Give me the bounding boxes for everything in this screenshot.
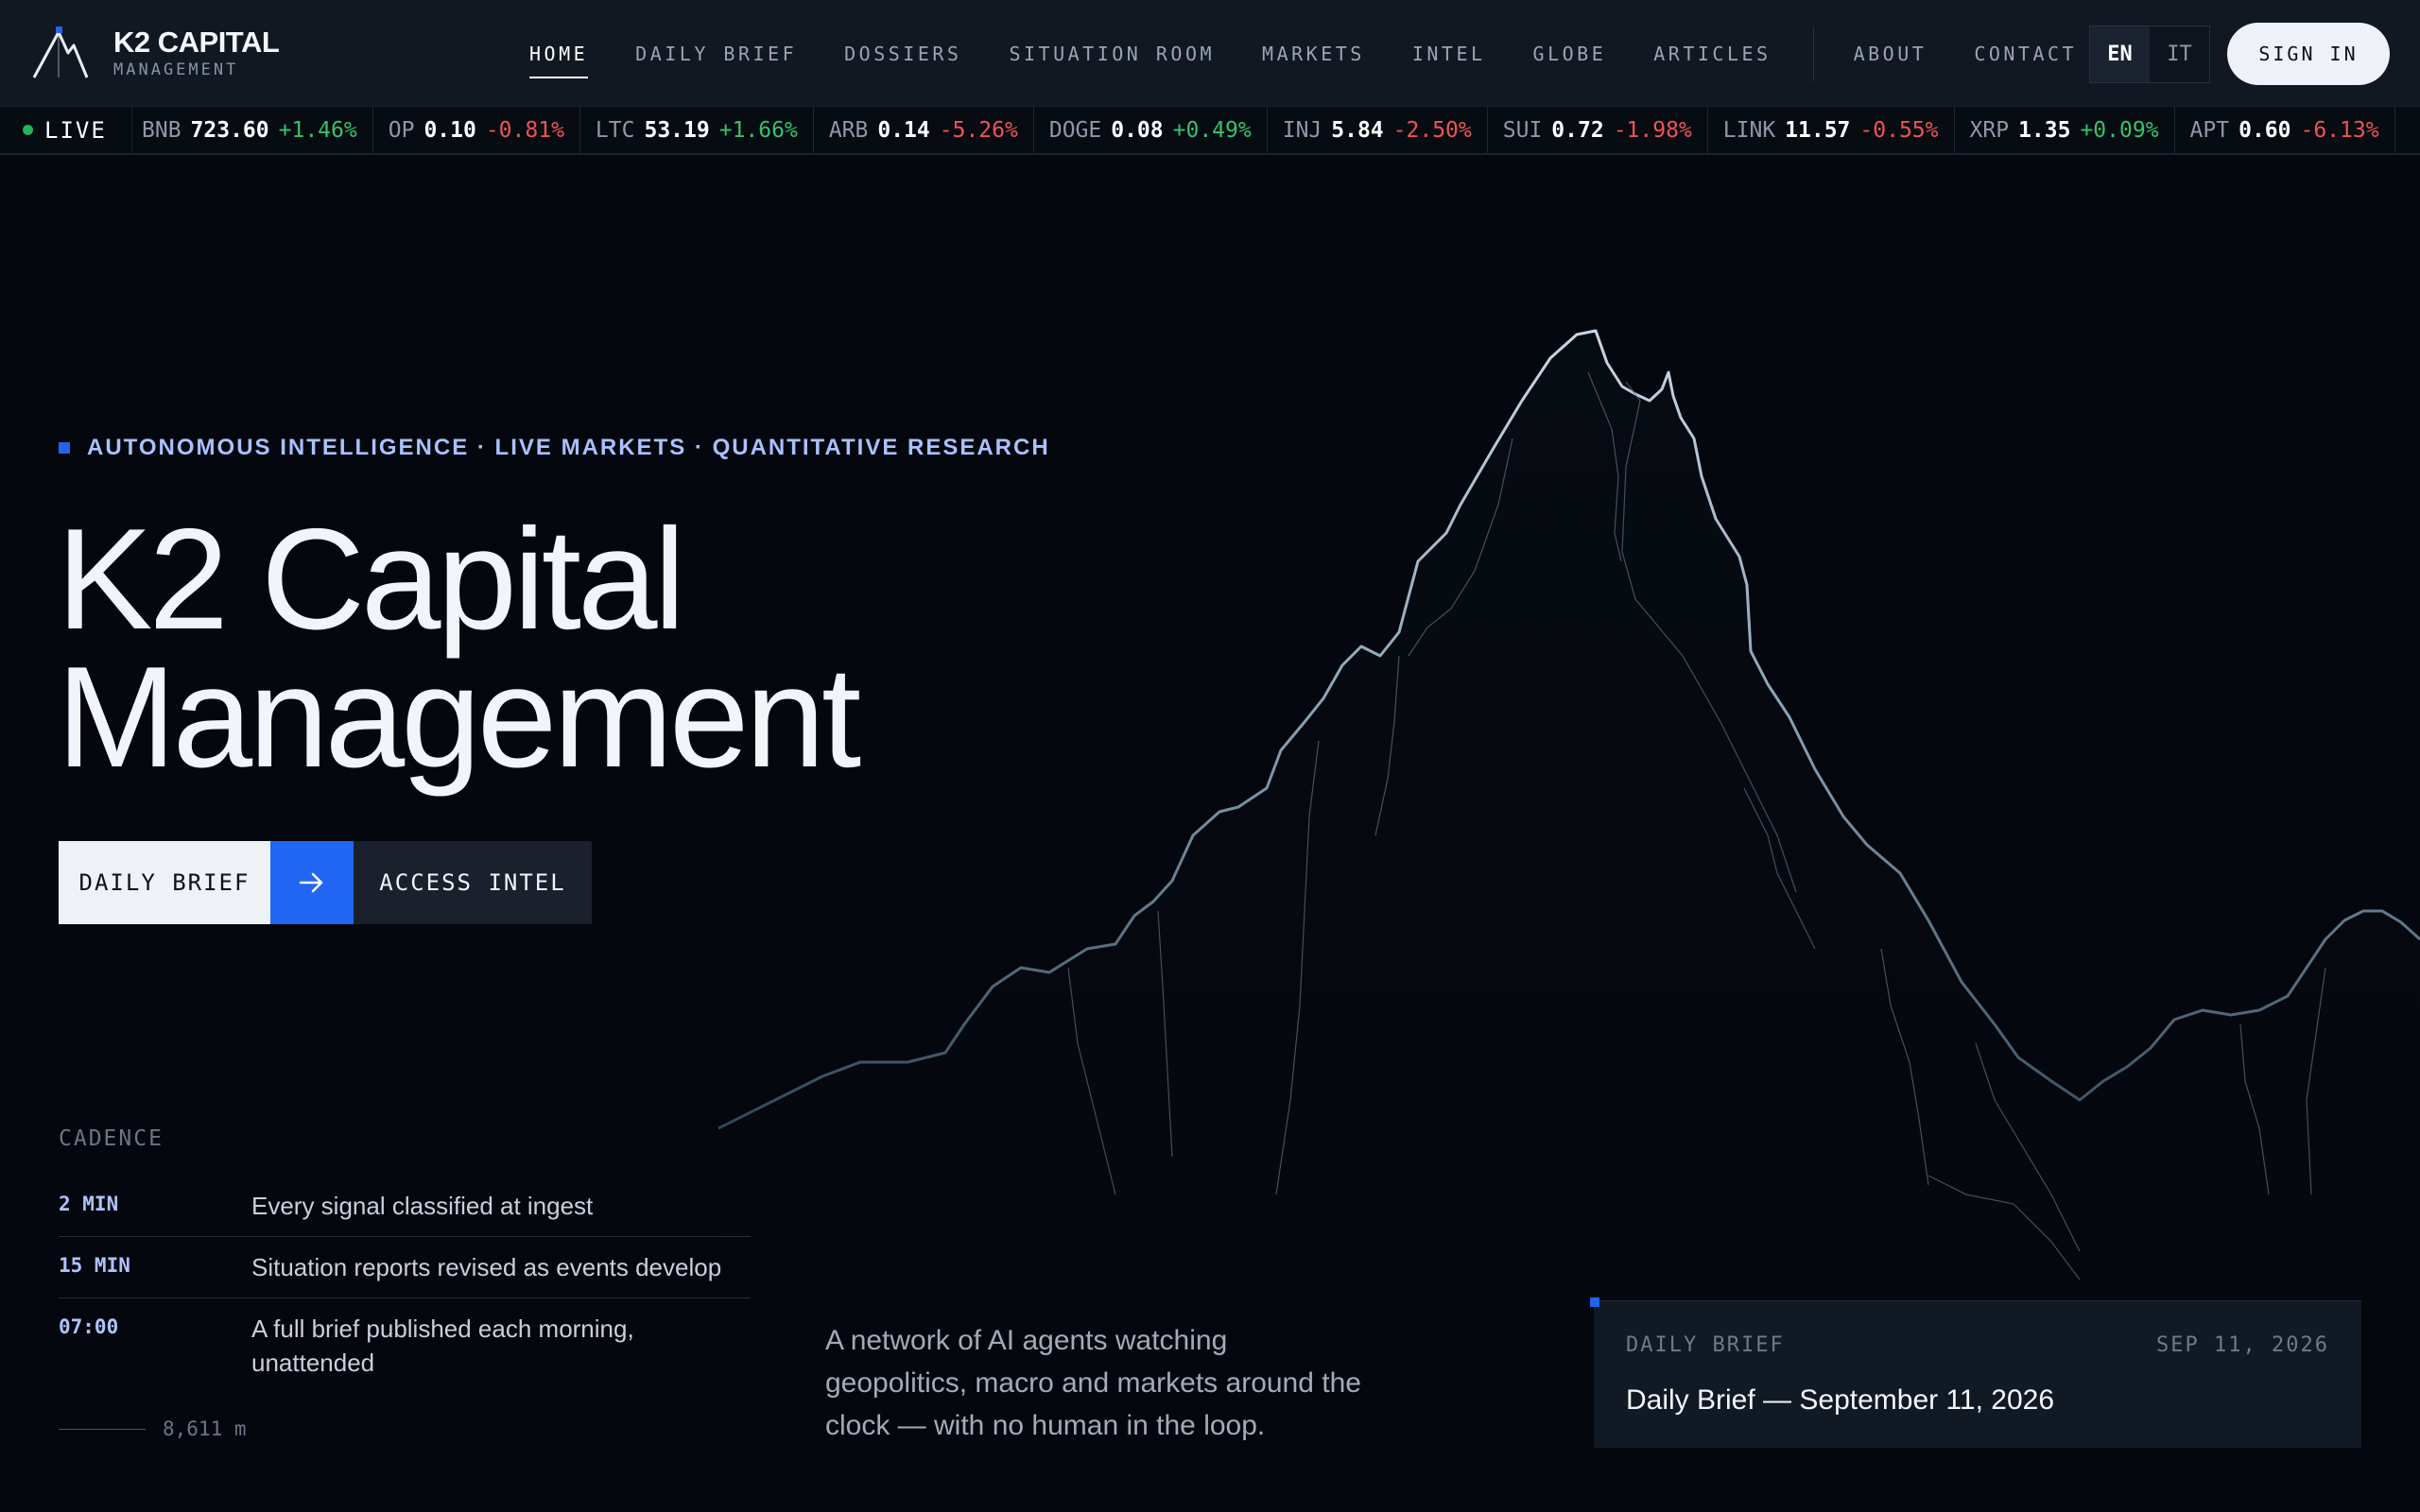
k2-peak-logo-icon bbox=[32, 26, 89, 78]
ticker-item[interactable]: ARB 0.14 -5.26% bbox=[814, 107, 1034, 153]
daily-brief-card[interactable]: DAILY BRIEF SEP 11, 2026 Daily Brief — S… bbox=[1590, 1297, 2361, 1448]
ticker-change: -0.55% bbox=[1859, 117, 1939, 143]
nav-dossiers[interactable]: DOSSIERS bbox=[844, 43, 961, 65]
ticker-item[interactable]: INJ 5.84 -2.50% bbox=[1268, 107, 1488, 153]
hero-title-line-1: K2 Capital bbox=[57, 499, 685, 660]
ticker-price: 0.60 bbox=[2238, 117, 2291, 143]
ticker-price: 0.14 bbox=[877, 117, 930, 143]
hero-tagline: A network of AI agents watching geopolit… bbox=[825, 1325, 1361, 1441]
ticker-price: 723.60 bbox=[190, 117, 269, 143]
cadence-key: 15 MIN bbox=[59, 1254, 130, 1277]
sign-in-button[interactable]: SIGN IN bbox=[2227, 23, 2390, 85]
main-menu: HOME DAILY BRIEF DOSSIERS SITUATION ROOM… bbox=[529, 0, 2124, 107]
ticker-symbol: XRP bbox=[1969, 117, 2010, 143]
cadence-row: 07:00 A full brief published each mornin… bbox=[59, 1298, 751, 1393]
nav-situation-room[interactable]: SITUATION ROOM bbox=[1009, 43, 1215, 65]
nav-contact[interactable]: CONTACT bbox=[1974, 43, 2077, 65]
ticker-change: -0.81% bbox=[485, 117, 564, 143]
ticker-change: -2.50% bbox=[1392, 117, 1472, 143]
ticker-item[interactable]: LTC 53.19 +1.66% bbox=[580, 107, 814, 153]
accent-square-icon bbox=[59, 442, 70, 454]
brand-name: K2 CAPITAL bbox=[113, 26, 280, 59]
ticker-price: 53.19 bbox=[644, 117, 710, 143]
ticker-symbol: OP bbox=[388, 117, 415, 143]
nav-divider bbox=[1812, 26, 1814, 81]
cadence-key: 2 MIN bbox=[59, 1193, 119, 1215]
nav-markets[interactable]: MARKETS bbox=[1262, 43, 1365, 65]
page: K2 CAPITAL MANAGEMENT HOME DAILY BRIEF D… bbox=[0, 0, 2420, 1512]
ticker-change: +1.66% bbox=[718, 117, 798, 143]
ticker-symbol: SUI bbox=[1502, 117, 1543, 143]
live-label: LIVE bbox=[44, 116, 107, 144]
ticker-change: +0.09% bbox=[2080, 117, 2159, 143]
ticker-symbol: INJ bbox=[1282, 117, 1322, 143]
cadence-key: 07:00 bbox=[59, 1315, 119, 1338]
altitude-marker: 8,611 m bbox=[59, 1418, 247, 1440]
arrow-right-icon bbox=[299, 872, 323, 893]
ticker-item[interactable]: OP 0.10 -0.81% bbox=[373, 107, 580, 153]
lang-it[interactable]: IT bbox=[2150, 26, 2209, 82]
nav-daily-brief[interactable]: DAILY BRIEF bbox=[635, 43, 797, 65]
brief-card-kicker: DAILY BRIEF bbox=[1626, 1333, 1785, 1357]
ticker-item[interactable]: DOGE 0.08 +0.49% bbox=[1034, 107, 1268, 153]
nav-intel[interactable]: INTEL bbox=[1412, 43, 1486, 65]
cadence-value: A full brief published each morning, una… bbox=[251, 1314, 634, 1377]
cadence-row: 2 MIN Every signal classified at ingest bbox=[59, 1176, 751, 1237]
ticker-change: +1.46% bbox=[278, 117, 357, 143]
altitude-text: 8,611 m bbox=[163, 1418, 247, 1440]
eyebrow-text: AUTONOMOUS INTELLIGENCE · LIVE MARKETS ·… bbox=[87, 435, 1050, 460]
ticker-change: -1.98% bbox=[1613, 117, 1692, 143]
ticker-change: +0.49% bbox=[1172, 117, 1252, 143]
cadence-section: CADENCE 2 MIN Every signal classified at… bbox=[59, 1126, 751, 1393]
brand-subtitle: MANAGEMENT bbox=[113, 60, 239, 79]
hero-title: K2 Capital Management bbox=[57, 499, 861, 798]
ticker-change: -5.26% bbox=[939, 117, 1018, 143]
live-dot-icon bbox=[23, 125, 33, 135]
ticker-item[interactable]: LINK 11.57 -0.55% bbox=[1708, 107, 1955, 153]
ticker-price: 11.57 bbox=[1785, 117, 1851, 143]
ticker-price: 0.08 bbox=[1111, 117, 1164, 143]
brief-card-title: Daily Brief — September 11, 2026 bbox=[1626, 1384, 2055, 1416]
cadence-value: Situation reports revised as events deve… bbox=[251, 1253, 722, 1281]
accent-corner-icon bbox=[1590, 1297, 1599, 1307]
ticker-symbol: BNB bbox=[142, 117, 182, 143]
daily-brief-button[interactable]: DAILY BRIEF bbox=[59, 841, 270, 924]
ticker-symbol: DOGE bbox=[1048, 117, 1102, 143]
ticker-price: 1.35 bbox=[2018, 117, 2071, 143]
ticker-item[interactable]: BNB 723.60 +1.46% bbox=[127, 107, 373, 153]
ticker-change: -6.13% bbox=[2300, 117, 2379, 143]
ticker-item[interactable]: SUI 0.72 -1.98% bbox=[1488, 107, 1708, 153]
top-nav: K2 CAPITAL MANAGEMENT HOME DAILY BRIEF D… bbox=[0, 0, 2420, 107]
nav-articles[interactable]: ARTICLES bbox=[1653, 43, 1771, 65]
altitude-line bbox=[59, 1428, 146, 1430]
market-ticker: LIVE BNB 723.60 +1.46% OP 0.10 -0.81% LTC 53.19… bbox=[0, 107, 2420, 155]
nav-about[interactable]: ABOUT bbox=[1854, 43, 1927, 65]
hero-cta-group: DAILY BRIEF ACCESS INTEL bbox=[59, 841, 592, 924]
hero-title-line-2: Management bbox=[57, 637, 861, 798]
hero-eyebrow: AUTONOMOUS INTELLIGENCE · LIVE MARKETS ·… bbox=[59, 435, 1050, 461]
brief-card-date: SEP 11, 2026 bbox=[2156, 1333, 2329, 1357]
lang-en[interactable]: EN bbox=[2090, 26, 2150, 82]
live-indicator: LIVE bbox=[0, 107, 132, 153]
daily-brief-arrow-button[interactable] bbox=[270, 841, 354, 924]
ticker-symbol: APT bbox=[2189, 117, 2230, 143]
ticker-item[interactable]: XRP 1.35 +0.09% bbox=[1955, 107, 2175, 153]
access-intel-button[interactable]: ACCESS INTEL bbox=[354, 841, 592, 924]
ticker-symbol: LTC bbox=[595, 117, 635, 143]
ticker-price: 5.84 bbox=[1331, 117, 1384, 143]
nav-home[interactable]: HOME bbox=[529, 43, 589, 78]
ticker-item[interactable]: APT 0.60 -6.13% bbox=[2175, 107, 2395, 153]
ticker-symbol: LINK bbox=[1722, 117, 1776, 143]
brand-logo[interactable]: K2 CAPITAL MANAGEMENT bbox=[30, 25, 280, 81]
ticker-price: 0.72 bbox=[1551, 117, 1604, 143]
ticker-symbol: ARB bbox=[828, 117, 869, 143]
nav-globe[interactable]: GLOBE bbox=[1533, 43, 1607, 65]
language-switcher: EN IT bbox=[2089, 26, 2210, 83]
cadence-value: Every signal classified at ingest bbox=[251, 1192, 594, 1220]
cadence-row: 15 MIN Situation reports revised as even… bbox=[59, 1237, 751, 1298]
cadence-label: CADENCE bbox=[59, 1126, 164, 1151]
ticker-items: BNB 723.60 +1.46% OP 0.10 -0.81% LTC 53.19 +1.66… bbox=[127, 107, 2395, 153]
ticker-price: 0.10 bbox=[424, 117, 476, 143]
